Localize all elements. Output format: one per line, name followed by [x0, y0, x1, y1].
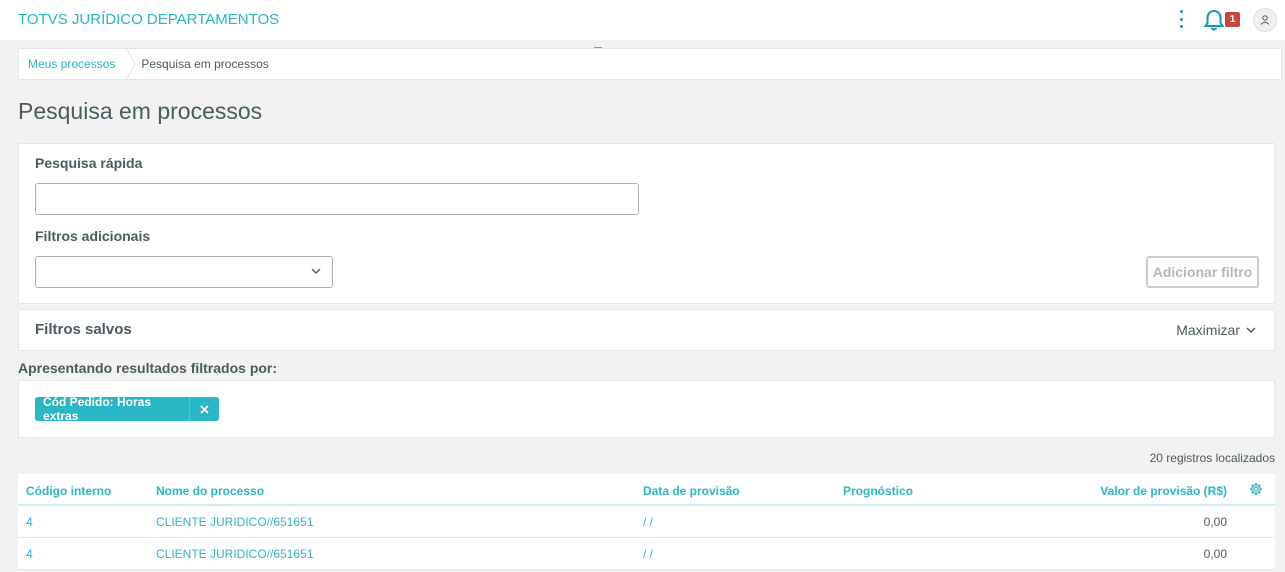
cell-valor: 0,00	[1203, 547, 1227, 561]
avatar[interactable]	[1253, 8, 1277, 32]
kebab-menu-icon[interactable]	[1175, 9, 1187, 29]
results-count: 20 registros localizados	[1149, 451, 1275, 465]
additional-filters-select[interactable]	[35, 256, 333, 288]
chevron-down-icon	[1246, 327, 1256, 333]
page-title: Pesquisa em processos	[18, 98, 263, 124]
app-title: TOTVS JURÍDICO DEPARTAMENTOS	[18, 11, 280, 28]
table-header: Código interno Nome do processo Data de …	[18, 474, 1275, 506]
notification-badge: 1	[1225, 12, 1240, 27]
column-header-prognostico[interactable]: Prognóstico	[843, 484, 913, 498]
maximize-label: Maximizar	[1176, 322, 1240, 338]
additional-filters-label: Filtros adicionais	[35, 228, 151, 244]
quick-search-input[interactable]	[35, 183, 639, 215]
top-bar: TOTVS JURÍDICO DEPARTAMENTOS 1	[0, 0, 1285, 40]
breadcrumb: Meus processos Pesquisa em processos	[18, 48, 1282, 80]
column-header-valor[interactable]: Valor de provisão (R$)	[1100, 484, 1227, 498]
cell-data: / /	[643, 515, 654, 529]
cell-data: / /	[643, 547, 654, 561]
bell-icon[interactable]	[1203, 8, 1225, 32]
search-card: Pesquisa rápida Filtros adicionais Adici…	[18, 143, 1275, 304]
cell-nome[interactable]: CLIENTE JURIDICO//651651	[156, 515, 313, 529]
saved-filters-title: Filtros salvos	[35, 321, 132, 338]
saved-filters-card[interactable]: Filtros salvos Maximizar	[18, 309, 1275, 351]
cell-codigo[interactable]: 4	[26, 547, 33, 561]
results-table: Código interno Nome do processo Data de …	[18, 474, 1275, 570]
breadcrumb-current: Pesquisa em processos	[141, 57, 269, 71]
close-icon[interactable]	[189, 397, 219, 421]
cell-nome[interactable]: CLIENTE JURIDICO//651651	[156, 547, 313, 561]
gear-icon[interactable]	[1249, 482, 1263, 499]
table-row[interactable]: 4 CLIENTE JURIDICO//651651 / / 0,00	[18, 538, 1275, 570]
user-icon	[1260, 15, 1270, 25]
table-row[interactable]: 4 CLIENTE JURIDICO//651651 / / 0,00	[18, 506, 1275, 538]
filter-chip: Cód Pedido: Horas extras	[35, 395, 219, 423]
cell-codigo[interactable]: 4	[26, 515, 33, 529]
maximize-button[interactable]: Maximizar	[1176, 322, 1256, 338]
filter-chip-label: Cód Pedido: Horas extras	[43, 395, 152, 423]
active-filters-card: Cód Pedido: Horas extras	[18, 380, 1275, 438]
column-header-data[interactable]: Data de provisão	[643, 484, 740, 498]
results-filter-label: Apresentando resultados filtrados por:	[18, 360, 278, 376]
column-header-codigo[interactable]: Código interno	[26, 484, 111, 498]
add-filter-button[interactable]: Adicionar filtro	[1146, 256, 1259, 288]
breadcrumb-separator	[127, 49, 137, 79]
breadcrumb-link-meus-processos[interactable]: Meus processos	[19, 57, 127, 71]
quick-search-label: Pesquisa rápida	[35, 155, 143, 171]
chevron-down-icon	[311, 268, 321, 274]
column-header-nome[interactable]: Nome do processo	[156, 484, 264, 498]
cell-valor: 0,00	[1203, 515, 1227, 529]
